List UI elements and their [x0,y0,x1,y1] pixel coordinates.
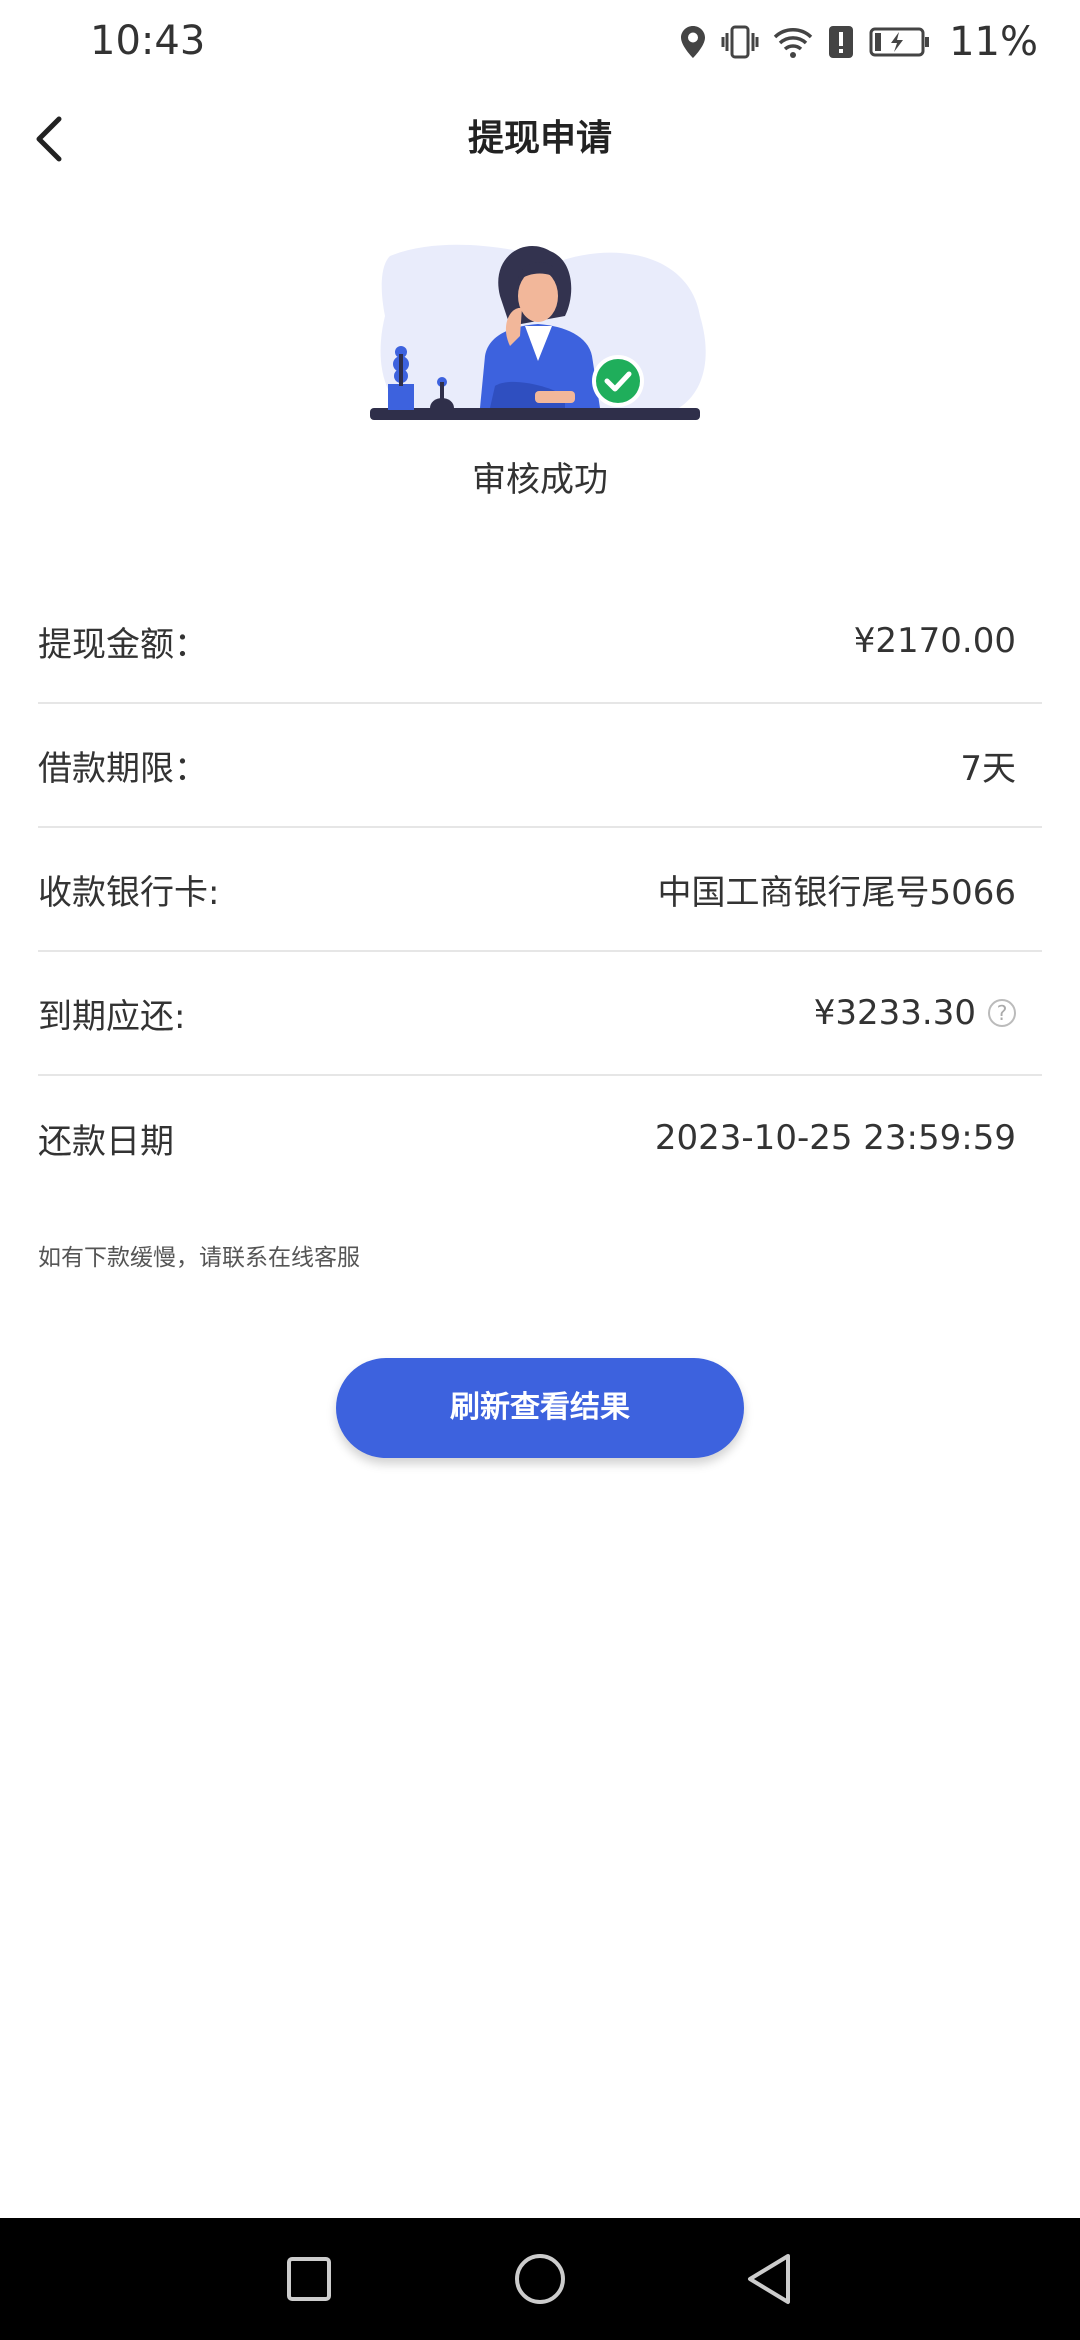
page-title: 提现申请 [467,118,612,159]
success-illustration [360,236,720,436]
detail-value: 2023-10-25 23:59:59 [654,1118,1016,1158]
detail-row-term: 借款期限： 7天 [38,704,1042,828]
notice-text: 如有下款缓慢，请联系在线客服 [38,1245,360,1271]
detail-label: 收款银行卡: [38,872,220,913]
recents-button[interactable] [274,2244,344,2314]
vibrate-icon [721,25,759,59]
detail-label: 提现金额： [38,624,208,665]
detail-row-due-date: 还款日期 2023-10-25 23:59:59 [38,1076,1042,1200]
detail-value: 7天 [960,748,1016,789]
status-text: 审核成功 [472,460,608,500]
detail-row-amount: 提现金额： ¥2170.00 [38,580,1042,704]
battery-charging-icon [869,26,931,58]
wifi-icon [773,25,813,59]
detail-value: ¥3233.30 ? [814,993,1016,1033]
help-icon[interactable]: ? [988,999,1016,1027]
nav-bar: 提现申请 [0,84,1080,194]
square-recents-icon [287,2257,331,2301]
triangle-back-icon [748,2254,790,2304]
alert-icon [827,24,855,60]
detail-label: 到期应还: [38,996,186,1037]
detail-row-bank-card: 收款银行卡: 中国工商银行尾号5066 [38,828,1042,952]
detail-label: 还款日期 [38,1121,174,1162]
refresh-result-button[interactable]: 刷新查看结果 [336,1358,744,1458]
details-list: 提现金额： ¥2170.00 借款期限： 7天 收款银行卡: 中国工商银行尾号5… [38,580,1042,1200]
circle-home-icon [515,2254,565,2304]
status-icons: 11% [679,18,1038,66]
status-time: 10:43 [90,18,206,64]
detail-value: 中国工商银行尾号5066 [657,872,1016,913]
back-nav-button[interactable] [734,2244,804,2314]
detail-value: ¥2170.00 [853,621,1016,661]
home-button[interactable] [505,2244,575,2314]
detail-row-due-amount: 到期应还: ¥3233.30 ? [38,952,1042,1076]
battery-percent: 11% [949,19,1038,65]
system-nav-bar [0,2218,1080,2340]
location-icon [679,24,707,60]
status-bar: 10:43 11% [0,0,1080,84]
detail-label: 借款期限： [38,748,208,789]
